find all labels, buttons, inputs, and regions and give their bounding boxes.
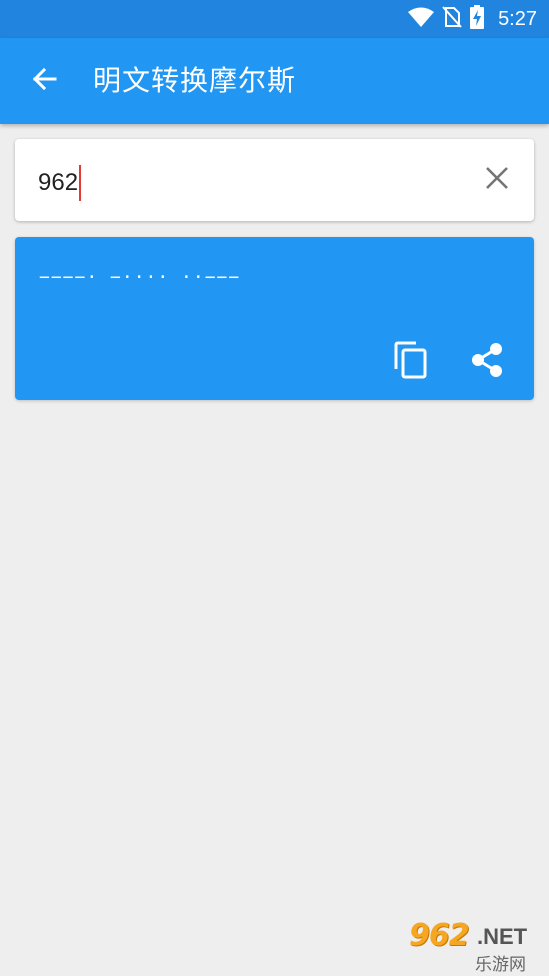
copy-icon (394, 341, 428, 383)
status-bar: 5:27 (0, 0, 549, 38)
wifi-icon (408, 7, 435, 31)
clear-button[interactable] (478, 161, 516, 199)
watermark-suffix: .NET (477, 924, 528, 949)
watermark-logo: 962 (409, 918, 470, 953)
battery-charging-icon (470, 5, 485, 33)
input-card: 962 (15, 139, 534, 221)
status-time: 5:27 (498, 7, 537, 30)
share-button[interactable] (465, 340, 509, 384)
plaintext-input[interactable]: 962 (38, 165, 82, 201)
arrow-back-icon (31, 67, 57, 95)
morse-output-card: −−−−· −···· ··−−− (15, 237, 534, 400)
watermark-name: 乐游网 (475, 955, 526, 975)
site-watermark: 962 .NET 乐游网 (403, 918, 543, 975)
text-caret (79, 165, 82, 201)
app-bar: 明文转换摩尔斯 (0, 38, 549, 124)
morse-output-text: −−−−· −···· ··−−− (39, 267, 241, 288)
page-title: 明文转换摩尔斯 (93, 64, 297, 97)
share-icon (470, 342, 504, 382)
no-sim-icon (442, 6, 462, 32)
input-value: 962 (38, 169, 79, 196)
back-button[interactable] (20, 57, 68, 105)
copy-button[interactable] (389, 340, 433, 384)
status-icons: 5:27 (408, 0, 537, 38)
close-icon (485, 166, 509, 194)
